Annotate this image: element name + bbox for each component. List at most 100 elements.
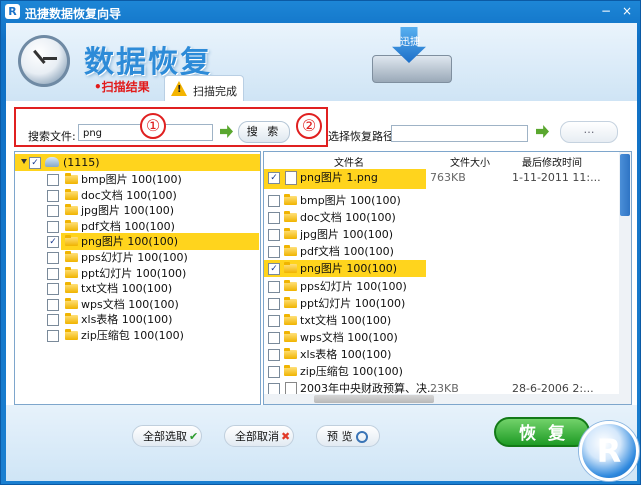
file-list: 文件名 文件大小 最后修改时间 ✓ png图片 1.png 763KB 1-11-20…: [263, 151, 632, 405]
magnifier-icon: [355, 431, 368, 443]
file-row-checkbox[interactable]: ✓: [268, 172, 280, 184]
tree-item-checkbox[interactable]: ✓: [47, 236, 59, 249]
file-row[interactable]: doc文档 100(100): [264, 209, 631, 226]
tree-item[interactable]: wps文档 100(100): [15, 296, 260, 313]
folder-icon: [284, 347, 297, 359]
tree-root-checkbox[interactable]: ✓: [29, 157, 41, 169]
tree-item-checkbox[interactable]: [47, 189, 59, 202]
tree-item[interactable]: jpg图片 100(100): [15, 202, 260, 219]
file-name: zip压缩包 100(100): [300, 365, 403, 378]
drive-download-icon: 迅捷: [364, 27, 454, 97]
file-row-checkbox[interactable]: [268, 366, 280, 378]
drive-label: 迅捷: [400, 37, 420, 48]
folder-icon: [284, 262, 297, 274]
col-header-modified[interactable]: 最后修改时间: [522, 154, 582, 169]
file-row-checkbox[interactable]: [268, 195, 280, 207]
tree-item-checkbox[interactable]: [47, 283, 59, 296]
tree-item-checkbox[interactable]: [47, 330, 59, 342]
file-row[interactable]: zip压缩包 100(100): [264, 363, 631, 380]
file-row-checkbox[interactable]: [268, 297, 280, 310]
main-content: 搜索文件: png ① 搜 索 ② 选择恢复路径 … ✓ (1115) bmp图…: [6, 101, 639, 481]
minimize-icon[interactable]: −: [597, 3, 615, 19]
file-row-checkbox[interactable]: ✓: [268, 263, 280, 276]
tree-item-checkbox[interactable]: [47, 252, 59, 264]
clock-icon: [18, 35, 70, 87]
annotation-1: ①: [140, 113, 166, 139]
tree-root[interactable]: ✓ (1115): [15, 154, 260, 171]
folder-icon: [65, 235, 78, 247]
tree-item-label: wps文档 100(100): [81, 297, 179, 311]
title-bar: R 迅捷数据恢复向导 − ×: [1, 1, 641, 23]
tree-item[interactable]: ✓ png图片 100(100): [15, 233, 260, 251]
tree-item-checkbox[interactable]: [47, 220, 59, 233]
folder-icon: [284, 194, 297, 205]
drive-icon: [45, 157, 59, 167]
folder-icon: [284, 313, 297, 325]
file-row-checkbox[interactable]: [268, 348, 280, 361]
folder-icon: [65, 329, 78, 340]
deselect-all-button[interactable]: 全部取消 ✖: [224, 425, 294, 447]
browse-button[interactable]: …: [560, 121, 618, 143]
tree-item[interactable]: pdf文档 100(100): [15, 218, 260, 235]
window-title: 迅捷数据恢复向导: [25, 7, 122, 21]
file-row[interactable]: bmp图片 100(100): [264, 192, 631, 209]
file-name: txt文档 100(100): [300, 313, 392, 327]
tree-item[interactable]: bmp图片 100(100): [15, 171, 260, 188]
tree-item-checkbox[interactable]: [47, 174, 59, 186]
warning-mark: !: [177, 84, 182, 95]
col-header-size[interactable]: 文件大小: [450, 154, 490, 169]
tab-scan-done-label: 扫描完成: [193, 85, 237, 98]
folder-icon: [284, 330, 297, 342]
search-button[interactable]: 搜 索: [238, 121, 290, 143]
folder-icon: [65, 188, 78, 200]
file-row[interactable]: ✓ png图片 100(100): [264, 260, 631, 278]
file-row-checkbox[interactable]: [268, 331, 280, 344]
file-name: png图片 1.png: [300, 171, 378, 184]
search-bar: 搜索文件: png ① 搜 索 ② 选择恢复路径 …: [14, 107, 624, 147]
preview-button[interactable]: 预 览: [316, 425, 380, 447]
tab-scan-result[interactable]: •扫描结果: [94, 78, 150, 95]
tree-item[interactable]: pps幻灯片 100(100): [15, 249, 260, 266]
file-row-checkbox[interactable]: [268, 229, 280, 242]
file-row-checkbox[interactable]: [268, 246, 280, 259]
file-row-checkbox[interactable]: [268, 314, 280, 327]
file-row[interactable]: xls表格 100(100): [264, 346, 631, 363]
tree-item[interactable]: txt文档 100(100): [15, 280, 260, 297]
file-row[interactable]: wps文档 100(100): [264, 329, 631, 346]
select-all-button[interactable]: 全部选取 ✔: [132, 425, 202, 447]
col-header-name[interactable]: 文件名: [334, 154, 364, 169]
tab-scan-done[interactable]: ! 扫描完成: [164, 75, 244, 102]
tree-item-label: png图片 100(100): [81, 235, 179, 249]
file-row[interactable]: ppt幻灯片 100(100): [264, 295, 631, 312]
file-row[interactable]: jpg图片 100(100): [264, 226, 631, 243]
file-row[interactable]: pdf文档 100(100): [264, 243, 631, 260]
horizontal-scrollbar[interactable]: [264, 394, 631, 404]
search-label: 搜索文件:: [28, 130, 76, 143]
tree-item-checkbox[interactable]: [47, 314, 59, 327]
tree-item-checkbox[interactable]: [47, 298, 59, 311]
file-row[interactable]: pps幻灯片 100(100): [264, 278, 631, 295]
folder-icon: [65, 266, 78, 278]
recover-button[interactable]: 恢复: [494, 417, 590, 447]
tree-item[interactable]: zip压缩包 100(100): [15, 327, 260, 344]
file-size: 763KB: [430, 171, 466, 184]
vertical-scrollbar[interactable]: [619, 152, 631, 404]
restore-path-input[interactable]: [391, 125, 528, 142]
tree-item[interactable]: xls表格 100(100): [15, 311, 260, 328]
collapse-icon[interactable]: [21, 159, 27, 164]
folder-icon: [284, 245, 297, 257]
tree-item[interactable]: ppt幻灯片 100(100): [15, 265, 260, 282]
tree-root-label: (1115): [63, 156, 100, 169]
folder-icon: [284, 228, 297, 240]
file-name: png图片 100(100): [300, 262, 398, 276]
file-row-checkbox[interactable]: [268, 212, 280, 225]
file-row[interactable]: txt文档 100(100): [264, 312, 631, 329]
close-icon[interactable]: ×: [618, 3, 636, 19]
file-row[interactable]: ✓ png图片 1.png 763KB 1-11-2011 11:...: [264, 169, 631, 189]
tree-item-checkbox[interactable]: [47, 205, 59, 218]
file-row-checkbox[interactable]: [268, 280, 280, 293]
tree-item[interactable]: doc文档 100(100): [15, 187, 260, 204]
file-name: xls表格 100(100): [300, 347, 392, 361]
tree-item-checkbox[interactable]: [47, 267, 59, 280]
tree-item-label: pdf文档 100(100): [81, 219, 175, 233]
